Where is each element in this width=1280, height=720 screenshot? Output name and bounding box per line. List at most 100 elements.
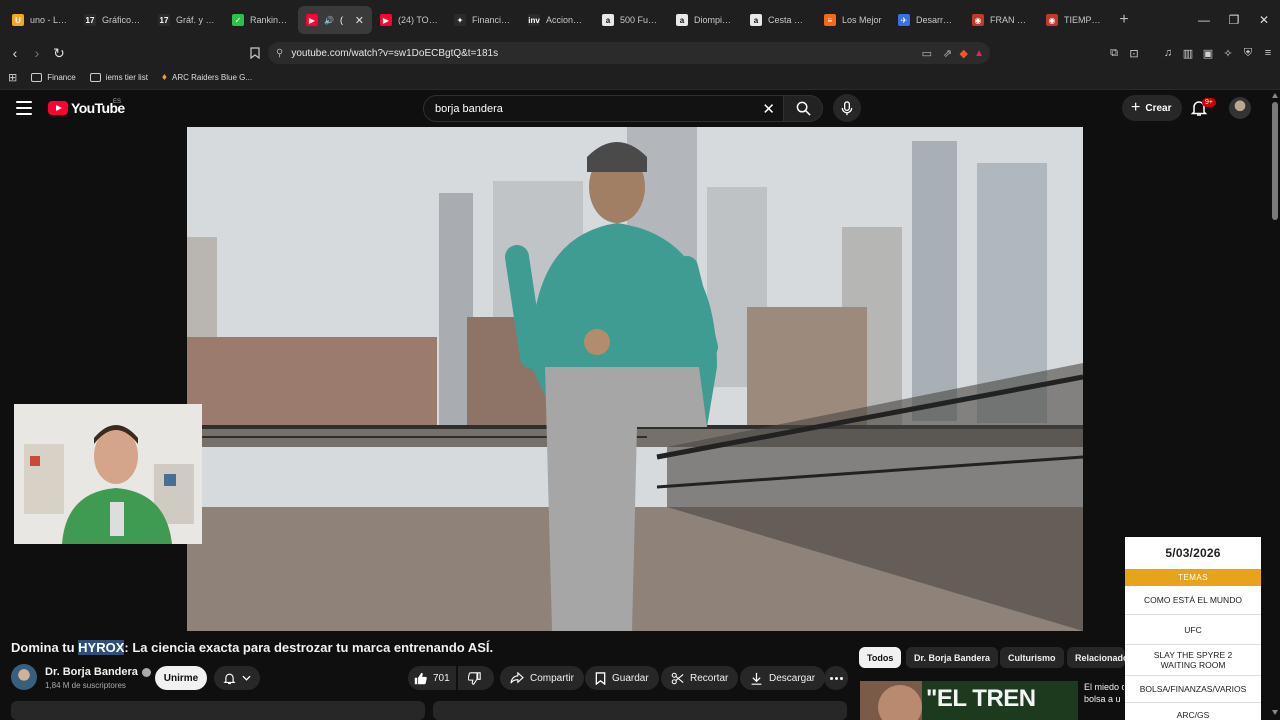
bookmark-label: iems tier list [105,73,148,82]
scissors-icon [671,672,684,684]
title-text: : La ciencia exacta para destrozar tu ma… [124,640,494,655]
close-window-icon[interactable]: ✕ [1248,0,1280,40]
wallet-icon[interactable]: ▣ [1198,47,1218,60]
extensions-icon[interactable]: ⧉ [1104,47,1124,60]
tab-audio-icon[interactable]: 🔊 [324,16,334,25]
page-scrollbar[interactable] [1270,90,1280,720]
leo-ai-icon[interactable]: ✧ [1218,47,1238,60]
channel-name: Dr. Borja Bandera [45,666,138,678]
browser-tab[interactable]: a Diompirux [668,6,742,34]
save-button[interactable]: Guardar [585,666,659,690]
share-button[interactable]: Compartir [500,666,584,690]
back-icon[interactable]: ‹ [4,42,26,64]
share-label: Compartir [530,672,574,684]
tab-favicon-icon: ✈ [898,14,910,26]
browser-tab[interactable]: ✓ Ranking de [224,6,298,34]
browser-tab[interactable]: inv Acciones Ga [520,6,594,34]
tab-favicon-icon: 17 [84,14,96,26]
chip-all[interactable]: Todos [859,647,902,668]
reload-icon[interactable]: ↻ [48,42,70,64]
recommended-title-line: El miedo d [1084,682,1124,692]
browser-tab[interactable]: ▶ 🔊 (24) ✕ [298,6,372,34]
bookmark-arc-raiders[interactable]: ♦ ARC Raiders Blue G... [162,72,252,83]
browser-tab[interactable]: a Cesta de co [742,6,816,34]
search-input[interactable]: borja bandera ✕ [423,95,784,122]
bookmark-page-icon[interactable] [244,42,266,64]
create-button[interactable]: + Crear [1122,95,1183,121]
browser-tab[interactable]: ✦ Financial Hu [446,6,520,34]
country-code: ES [113,99,122,105]
cast-icon[interactable]: ▭ [922,47,932,60]
more-actions-icon[interactable] [824,666,848,690]
chip-related[interactable]: Relacionado [1067,647,1125,668]
verified-icon [141,667,151,677]
account-avatar[interactable] [1229,97,1251,119]
new-tab-icon[interactable]: + [1112,11,1136,29]
download-button[interactable]: Descargar [740,666,826,690]
tab-favicon-icon: U [12,14,24,26]
vpn-icon[interactable]: ⛨ [1238,47,1258,60]
browser-tab[interactable]: a 500 Fundas [594,6,668,34]
browser-tab[interactable]: ◉ FRAN WOD [964,6,1038,34]
forward-icon[interactable]: › [26,42,48,64]
browser-tab[interactable]: ≡ Los Mejor [816,6,890,34]
recommended-thumbnail[interactable]: "EL TREN [860,681,1078,720]
clip-button[interactable]: Recortar [661,666,739,690]
menu-icon[interactable]: ≡ [1258,47,1278,59]
youtube-play-icon [48,101,68,115]
browser-tab[interactable]: Uuno - Live o [4,6,76,34]
search-button[interactable] [784,95,823,122]
voice-search-button[interactable] [833,94,861,122]
recommended-title[interactable]: El miedo d bolsa a u [1084,681,1124,705]
chip-bodybuilding[interactable]: Culturismo [1000,647,1064,668]
browser-tab[interactable]: 17 Gráfico de p [76,6,150,34]
scroll-up-icon[interactable] [1272,93,1278,98]
channel-name-link[interactable]: Dr. Borja Bandera [45,666,151,678]
tab-label: Los Mejor [842,15,882,25]
tab-favicon-icon: ▶ [306,14,318,26]
plus-icon: + [1131,99,1141,116]
description-box[interactable] [11,701,425,720]
join-button[interactable]: Unirme [155,666,207,690]
close-tab-icon[interactable]: ✕ [355,14,364,27]
minimize-icon[interactable]: — [1188,0,1220,40]
like-button[interactable]: 701 [408,666,456,690]
share-page-icon[interactable]: ⇗ [943,47,952,60]
create-label: Crear [1145,102,1172,114]
secondary-panel[interactable] [433,701,847,720]
scroll-down-icon[interactable] [1272,710,1278,715]
video-title: Domina tu HYROX: La ciencia exacta para … [11,640,841,655]
chip-channel[interactable]: Dr. Borja Bandera [906,647,999,668]
dislike-button[interactable] [458,666,494,690]
tab-label: Cesta de co [768,15,808,25]
browser-tab[interactable]: 17 Gráf. y prec [150,6,224,34]
browser-tab[interactable]: ▶ (24) TODO [372,6,446,34]
bookmark-iems[interactable]: iems tier list [89,73,148,82]
scroll-thumb[interactable] [1272,102,1278,220]
screenshot-icon[interactable]: ⊡ [1124,47,1144,60]
bookmarks-bar: ⊞ Finance iems tier list ♦ ARC Raiders Bl… [0,66,1280,90]
tab-label: Desarrollad [916,15,956,25]
apps-grid-icon[interactable]: ⊞ [8,71,17,84]
brave-rewards-icon[interactable]: ▲ [974,48,984,59]
streamer-webcam [14,404,202,544]
brave-shield-icon[interactable]: ◆ [960,47,968,60]
browser-tab[interactable]: ✈ Desarrollad [890,6,964,34]
hamburger-menu-icon[interactable] [16,101,32,115]
site-settings-icon[interactable]: ⚲ [276,48,283,59]
title-highlighted-term: HYROX [78,640,125,655]
recommended-title-line: bolsa a u [1084,694,1121,704]
share-icon [510,672,524,684]
video-player[interactable] [187,127,1083,631]
subscription-notification-button[interactable] [214,666,260,690]
browser-tab[interactable]: ◉ TIEMPOS M [1038,6,1112,34]
restore-icon[interactable]: ❐ [1218,0,1250,40]
channel-avatar[interactable] [11,664,37,690]
clear-search-icon[interactable]: ✕ [762,100,775,118]
tab-label: Diompirux [694,15,734,25]
media-icon[interactable]: ♫ [1158,47,1178,59]
like-count: 701 [433,672,450,684]
address-bar[interactable]: ⚲ youtube.com/watch?v=sw1DoECBgtQ&t=181s… [268,42,990,64]
sidebar-icon[interactable]: ▥ [1178,47,1198,60]
bookmark-finance[interactable]: Finance [31,73,76,82]
